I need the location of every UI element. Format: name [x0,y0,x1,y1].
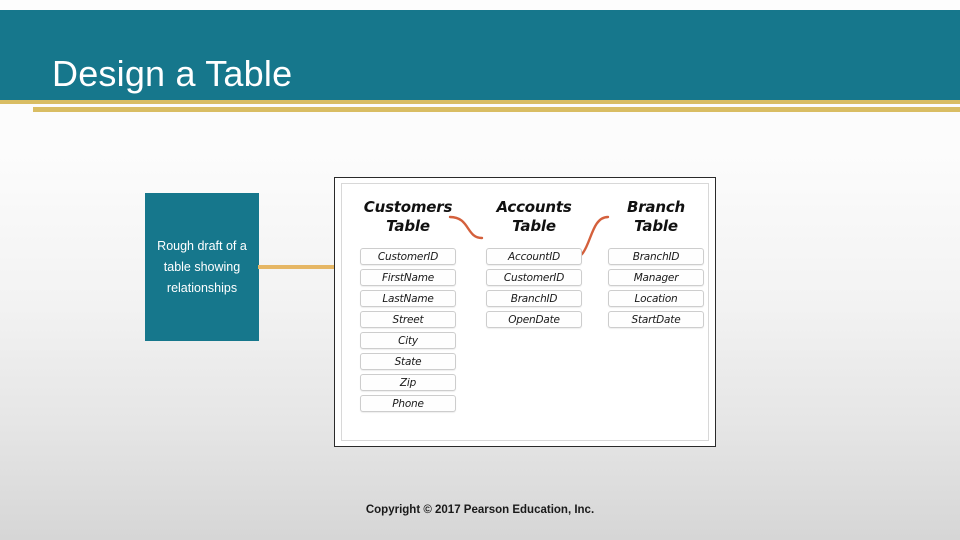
table-customers: Customers Table CustomerID FirstName Las… [350,198,466,416]
table-branch-heading-line1: Branch [626,198,685,216]
diagram-image-panel: Customers Table CustomerID FirstName Las… [334,177,716,447]
field-box: BranchID [608,248,704,265]
gold-rule-top [0,100,960,104]
field-label: Zip [399,376,417,389]
callout-box: Rough draft of a table showing relations… [145,193,259,341]
field-label: BranchID [510,292,558,305]
field-box: Street [360,311,456,328]
table-branch-heading-line2: Table [634,217,678,235]
field-box: Manager [608,269,704,286]
field-label: Location [634,292,678,305]
field-box: OpenDate [486,311,582,328]
gold-rule-bottom [33,107,960,112]
table-accounts-heading-line1: Accounts [496,198,572,216]
field-label: OpenDate [508,313,560,326]
table-customers-heading-line1: Customers [363,198,453,216]
table-accounts-heading: Accounts Table [476,198,592,236]
field-box: BranchID [486,290,582,307]
field-label: StartDate [631,313,681,326]
table-customers-heading: Customers Table [350,198,466,236]
field-label: Manager [633,271,679,284]
field-box: LastName [360,290,456,307]
table-branch: Branch Table BranchID Manager Location S… [602,198,710,332]
footer-copyright: Copyright © 2017 Pearson Education, Inc. [365,504,595,516]
field-box: Zip [360,374,456,391]
field-box: State [360,353,456,370]
field-label: LastName [382,292,434,305]
title-banner: Design a Table [0,10,960,100]
callout-connector-line [258,265,336,269]
field-label: AccountID [508,250,560,263]
field-label: Street [392,313,424,326]
field-box: CustomerID [360,248,456,265]
table-accounts: Accounts Table AccountID CustomerID Bran… [476,198,592,332]
page-title: Design a Table [52,53,293,94]
field-box: CustomerID [486,269,582,286]
field-box: City [360,332,456,349]
field-box: StartDate [608,311,704,328]
field-label: Phone [392,397,424,410]
field-label: FirstName [381,271,435,284]
callout-text: Rough draft of a table showing relations… [157,238,247,295]
field-label: State [394,355,422,368]
field-label: CustomerID [503,271,565,284]
field-box: Location [608,290,704,307]
field-box: AccountID [486,248,582,265]
field-label: City [398,334,418,347]
field-box: Phone [360,395,456,412]
field-label: CustomerID [377,250,439,263]
field-label: BranchID [632,250,680,263]
diagram-inner-frame: Customers Table CustomerID FirstName Las… [341,183,709,441]
field-box: FirstName [360,269,456,286]
table-branch-heading: Branch Table [602,198,710,236]
table-accounts-heading-line2: Table [512,217,556,235]
table-customers-heading-line2: Table [386,217,430,235]
slide-canvas: Design a Table Rough draft of a table sh… [0,0,960,540]
